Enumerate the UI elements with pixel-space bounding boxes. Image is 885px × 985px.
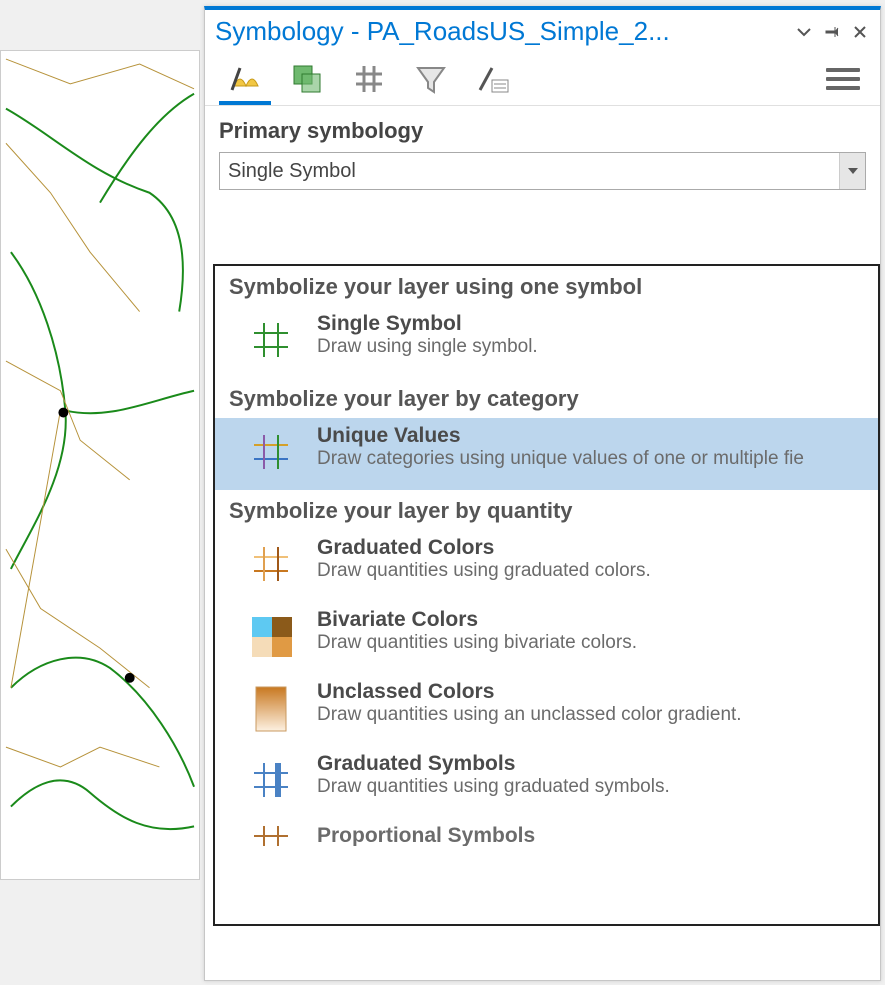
group-header-category: Symbolize your layer by category xyxy=(215,378,878,418)
display-filter-tab[interactable] xyxy=(405,53,457,105)
option-bivariate-colors[interactable]: Bivariate Colors Draw quantities using b… xyxy=(215,602,878,674)
option-unclassed-colors[interactable]: Unclassed Colors Draw quantities using a… xyxy=(215,674,878,746)
option-desc: Draw using single symbol. xyxy=(317,336,864,358)
symbology-type-list: Symbolize your layer using one symbol Si… xyxy=(213,264,880,926)
map-canvas[interactable] xyxy=(0,50,200,880)
pin-button[interactable] xyxy=(822,22,842,42)
single-symbol-icon xyxy=(243,312,299,368)
option-single-symbol[interactable]: Single Symbol Draw using single symbol. xyxy=(215,306,878,378)
option-desc: Draw quantities using an unclassed color… xyxy=(317,704,864,726)
primary-symbology-label: Primary symbology xyxy=(205,106,880,152)
group-header-quantity: Symbolize your layer by quantity xyxy=(215,490,878,530)
symbology-pane: Symbology - PA_RoadsUS_Simple_2... Prima… xyxy=(204,6,881,981)
option-title: Single Symbol xyxy=(317,312,864,336)
option-title: Graduated Symbols xyxy=(317,752,864,776)
option-desc: Draw categories using unique values of o… xyxy=(317,448,864,470)
option-graduated-colors[interactable]: Graduated Colors Draw quantities using g… xyxy=(215,530,878,602)
dropdown-caret-icon xyxy=(839,153,865,189)
option-proportional-symbols[interactable]: Proportional Symbols xyxy=(215,818,878,846)
option-title: Bivariate Colors xyxy=(317,608,864,632)
options-button[interactable] xyxy=(794,22,814,42)
vary-by-attribute-tab[interactable] xyxy=(281,53,333,105)
bivariate-colors-icon xyxy=(243,608,299,664)
symbology-type-dropdown[interactable]: Single Symbol xyxy=(219,152,866,190)
option-graduated-symbols[interactable]: Graduated Symbols Draw quantities using … xyxy=(215,746,878,818)
proportional-symbols-icon xyxy=(243,824,299,846)
symbology-type-value: Single Symbol xyxy=(228,160,356,183)
unclassed-colors-icon xyxy=(243,680,299,736)
pane-title: Symbology - PA_RoadsUS_Simple_2... xyxy=(215,16,786,47)
menu-button[interactable] xyxy=(826,62,860,96)
primary-symbology-tab[interactable] xyxy=(219,53,271,105)
unique-values-icon xyxy=(243,424,299,480)
graduated-symbols-icon xyxy=(243,752,299,808)
symbology-toolbar xyxy=(205,49,880,106)
option-desc: Draw quantities using bivariate colors. xyxy=(317,632,864,654)
group-header-single: Symbolize your layer using one symbol xyxy=(215,266,878,306)
option-title: Unclassed Colors xyxy=(317,680,864,704)
graduated-colors-icon xyxy=(243,536,299,592)
option-title: Graduated Colors xyxy=(317,536,864,560)
option-desc: Draw quantities using graduated colors. xyxy=(317,560,864,582)
advanced-options-tab[interactable] xyxy=(467,53,519,105)
option-desc: Draw quantities using graduated symbols. xyxy=(317,776,864,798)
titlebar: Symbology - PA_RoadsUS_Simple_2... xyxy=(205,10,880,49)
symbol-layer-drawing-tab[interactable] xyxy=(343,53,395,105)
option-title: Unique Values xyxy=(317,424,864,448)
option-title: Proportional Symbols xyxy=(317,824,864,846)
option-unique-values[interactable]: Unique Values Draw categories using uniq… xyxy=(215,418,878,490)
close-button[interactable] xyxy=(850,22,870,42)
